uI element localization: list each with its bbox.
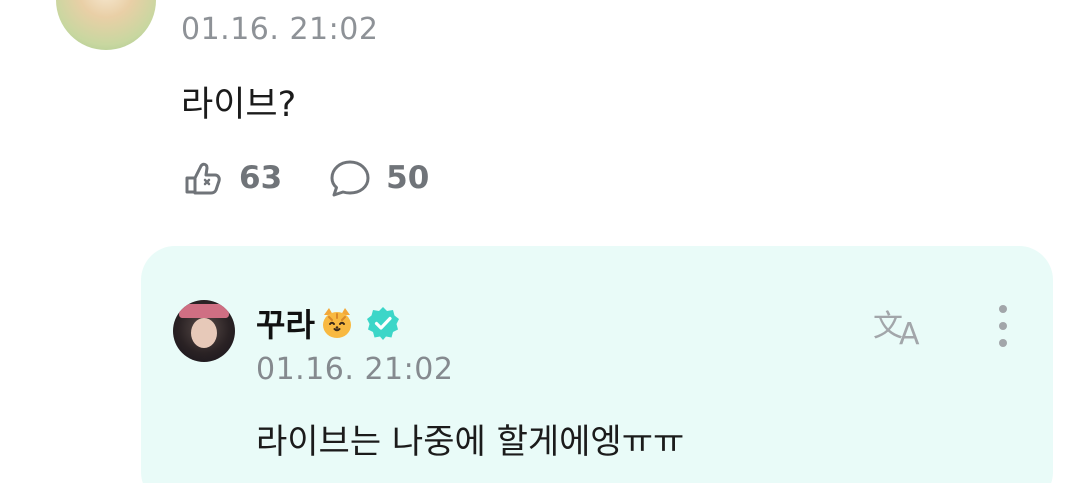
reply-card: 꾸라 01.16. 21:02 라이브는 나중에 할게에엥ㅠㅠ 文 A	[141, 246, 1053, 483]
avatar-face	[191, 318, 217, 348]
comment-timestamp: 01.16. 21:02	[181, 12, 379, 47]
more-vertical-icon[interactable]	[991, 302, 1015, 350]
reply-body: 라이브는 나중에 할게에엥ㅠㅠ	[256, 422, 685, 462]
like-count: 63	[239, 160, 283, 196]
header-icons-cutoff	[900, 0, 1040, 10]
reply-count: 50	[386, 160, 430, 196]
translate-icon[interactable]: 文 A	[871, 304, 931, 348]
author-name[interactable]: 꾸라	[256, 300, 315, 346]
cat-emoji	[322, 308, 351, 338]
svg-text:A: A	[899, 317, 920, 348]
avatar[interactable]	[56, 0, 156, 50]
avatar-accent	[179, 304, 229, 318]
avatar[interactable]	[173, 300, 235, 362]
reply-timestamp: 01.16. 21:02	[256, 352, 454, 387]
comment-bubble-icon	[330, 160, 370, 197]
like-icon	[185, 162, 221, 195]
like-button[interactable]: 63	[181, 158, 282, 198]
reply-button[interactable]: 50	[328, 158, 429, 198]
comment-actions: 63 50	[181, 158, 475, 198]
reply-author-row: 꾸라	[256, 300, 401, 346]
comment-thread: 01.16. 21:02 라이브? 63 50 꾸라 01.16. 21:02 …	[0, 0, 1080, 483]
comment-body: 라이브?	[181, 85, 297, 125]
verified-badge-icon	[366, 307, 399, 340]
